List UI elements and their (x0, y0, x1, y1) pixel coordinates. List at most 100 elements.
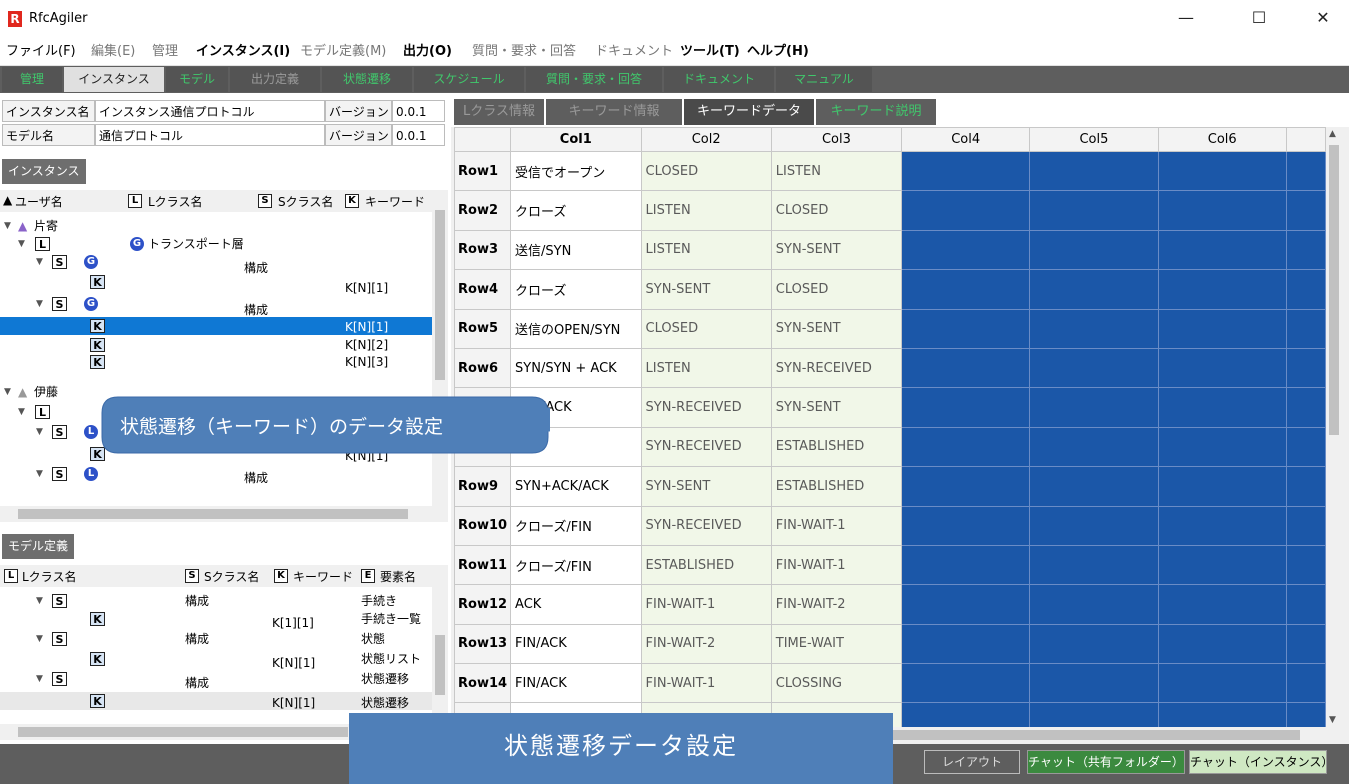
menu-manage[interactable]: 管理 (152, 38, 178, 66)
cell-col2[interactable]: SYN-RECEIVED (640, 387, 772, 428)
scroll-thumb[interactable] (435, 210, 445, 380)
cell-col7[interactable] (1285, 466, 1326, 507)
row-header[interactable]: Row9 (454, 466, 512, 507)
cell-col6[interactable] (1157, 150, 1287, 192)
cell-col4[interactable] (901, 505, 1031, 546)
expand-arrow-icon[interactable]: ▼ (36, 255, 43, 269)
cell-col6[interactable] (1157, 663, 1287, 704)
cell-col2[interactable]: FIN-WAIT-1 (640, 663, 772, 704)
col-header[interactable]: Col3 (770, 127, 903, 152)
cell-col3[interactable]: LISTEN (770, 150, 903, 192)
col-keyword[interactable]: キーワード (293, 568, 353, 585)
cell-col1[interactable]: SYN/SYN + ACK (510, 347, 642, 389)
cell-col4[interactable] (901, 190, 1031, 231)
tree-node-keyword[interactable]: K K[N][2] (0, 338, 432, 352)
cell-col5[interactable] (1029, 623, 1159, 665)
cell-col5[interactable] (1029, 426, 1159, 468)
menu-tools[interactable]: ツール(T) (680, 38, 740, 66)
cell-col5[interactable] (1029, 466, 1159, 507)
col-header[interactable]: Col2 (640, 127, 772, 152)
cell-col3[interactable]: SYN-SENT (770, 229, 903, 271)
cell-col5[interactable] (1029, 150, 1159, 192)
tab-qa[interactable]: 質問・要求・回答 (526, 67, 662, 92)
row-header[interactable]: Row1 (454, 150, 512, 192)
cell-col7[interactable] (1285, 190, 1326, 231)
tree-node-sclass[interactable]: ▼ S G 構成 (0, 255, 432, 275)
cell-col1[interactable]: ACK (510, 584, 642, 625)
cell-col2[interactable]: CLOSED (640, 150, 772, 192)
maximize-button[interactable]: ☐ (1236, 0, 1282, 38)
instance-tree-hscroll[interactable] (0, 506, 448, 522)
cell-col7[interactable] (1285, 584, 1326, 625)
cell-col1[interactable]: FIN/ACK (510, 623, 642, 665)
cell-col6[interactable] (1157, 308, 1287, 349)
cell-col4[interactable] (901, 544, 1031, 586)
tab-lclass-info[interactable]: Lクラス情報 (454, 99, 544, 125)
tab-manual[interactable]: マニュアル (776, 67, 872, 92)
cell-col2[interactable]: SYN-RECEIVED (640, 505, 772, 546)
cell-col3[interactable]: FIN-WAIT-1 (770, 505, 903, 546)
row-header[interactable]: Row12 (454, 584, 512, 625)
cell-col3[interactable]: TIME-WAIT (770, 623, 903, 665)
cell-col6[interactable] (1157, 702, 1287, 727)
col-lclass[interactable]: Lクラス名 (22, 568, 76, 585)
tab-document[interactable]: ドキュメント (664, 67, 774, 92)
menu-help[interactable]: ヘルプ(H) (747, 38, 809, 66)
cell-col1[interactable]: FIN/ACK (510, 663, 642, 704)
cell-col4[interactable] (901, 466, 1031, 507)
tree-node-sclass[interactable]: ▼ S G 構成 (0, 297, 432, 317)
menu-file[interactable]: ファイル(F) (6, 38, 76, 66)
cell-col1[interactable]: SYN+ACK/ACK (510, 466, 642, 507)
instance-panel-tab[interactable]: インスタンス (2, 159, 86, 184)
tab-state-transition[interactable]: 状態遷移 (322, 67, 412, 92)
col-header[interactable]: Col1 (510, 127, 642, 152)
cell-col7[interactable] (1285, 347, 1326, 389)
cell-col7[interactable] (1285, 702, 1326, 727)
tab-output-def[interactable]: 出力定義 (230, 67, 320, 92)
row-header[interactable]: Row13 (454, 623, 512, 665)
expand-arrow-icon[interactable]: ▼ (36, 425, 43, 439)
cell-col4[interactable] (901, 347, 1031, 389)
tree-node-sclass[interactable]: ▼ S 構成 手続き (0, 594, 432, 608)
cell-col2[interactable]: CLOSED (640, 308, 772, 349)
cell-col4[interactable] (901, 623, 1031, 665)
cell-col2[interactable]: LISTEN (640, 190, 772, 231)
cell-col4[interactable] (901, 426, 1031, 468)
scroll-thumb[interactable] (435, 635, 445, 695)
menu-model[interactable]: モデル定義(M) (300, 38, 386, 66)
instance-name-field[interactable]: インスタンス通信プロトコル (95, 100, 325, 122)
row-header[interactable]: Row4 (454, 269, 512, 310)
scroll-down-icon[interactable]: ▼ (1329, 715, 1336, 725)
cell-col7[interactable] (1285, 387, 1326, 428)
cell-col3[interactable]: ESTABLISHED (770, 426, 903, 468)
scroll-thumb[interactable] (18, 509, 408, 519)
scroll-up-icon[interactable]: ▲ (1329, 129, 1336, 139)
cell-col2[interactable]: ESTABLISHED (640, 544, 772, 586)
row-header[interactable]: Row14 (454, 663, 512, 704)
cell-col7[interactable] (1285, 150, 1326, 192)
cell-col1[interactable]: クローズ/FIN (510, 544, 642, 586)
expand-arrow-icon[interactable]: ▼ (36, 632, 43, 646)
tree-node-keyword-selected[interactable]: K K[N][1] (0, 317, 432, 335)
expand-arrow-icon[interactable]: ▼ (18, 405, 25, 419)
cell-col6[interactable] (1157, 269, 1287, 310)
cell-col1[interactable]: 送信のOPEN/SYN (510, 308, 642, 349)
cell-col6[interactable] (1157, 347, 1287, 389)
menu-output[interactable]: 出力(O) (403, 38, 452, 66)
grid-vscroll[interactable]: ▲ ▼ (1326, 127, 1342, 727)
cell-col7[interactable] (1285, 505, 1326, 546)
cell-col1[interactable]: 送信/SYN (510, 229, 642, 271)
cell-col5[interactable] (1029, 702, 1159, 727)
cell-col5[interactable] (1029, 544, 1159, 586)
cell-col2[interactable]: SYN-SENT (640, 269, 772, 310)
col-header[interactable]: Col6 (1157, 127, 1287, 152)
scroll-thumb[interactable] (18, 727, 348, 737)
cell-col5[interactable] (1029, 229, 1159, 271)
cell-col6[interactable] (1157, 229, 1287, 271)
cell-col7[interactable] (1285, 229, 1326, 271)
layout-button[interactable]: レイアウト (924, 750, 1020, 774)
cell-col3[interactable]: CLOSED (770, 269, 903, 310)
row-header[interactable]: Row10 (454, 505, 512, 546)
expand-arrow-icon[interactable]: ▼ (36, 594, 43, 608)
expand-arrow-icon[interactable]: ▼ (36, 467, 43, 481)
